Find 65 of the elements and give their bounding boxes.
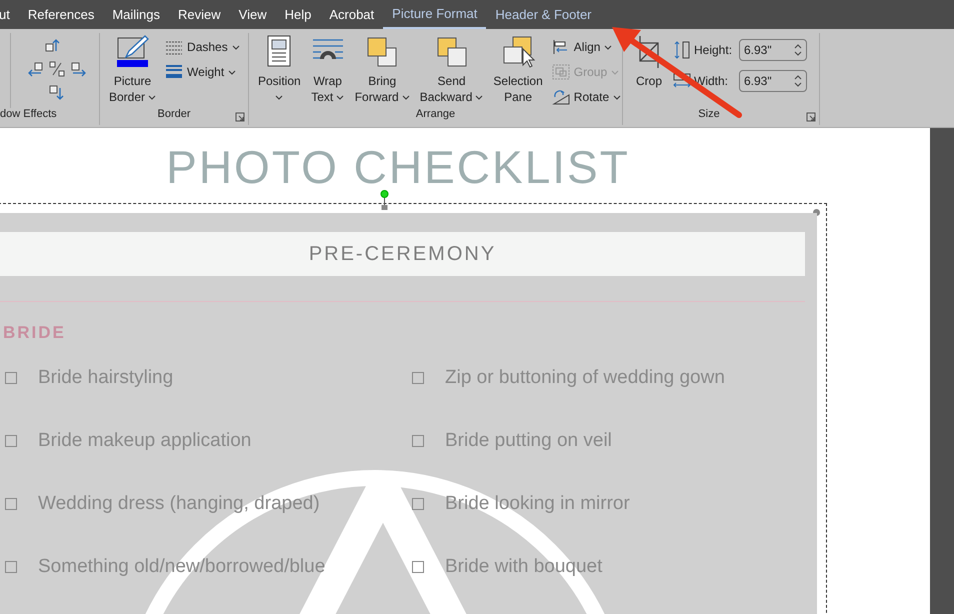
checkbox[interactable]	[412, 372, 424, 384]
width-icon	[673, 72, 691, 90]
layers-icon	[365, 35, 400, 69]
ribbon-tab[interactable]: Help	[276, 0, 320, 29]
checkbox[interactable]	[5, 560, 17, 572]
ribbon-button[interactable]: Rotate	[550, 87, 624, 107]
dashes-icon	[165, 39, 184, 55]
checklist-item: Bride looking in mirror	[445, 492, 630, 514]
category-heading: BRIDE	[3, 323, 66, 343]
arrow-down-icon[interactable]	[49, 85, 65, 101]
field-label: Height:	[694, 43, 734, 57]
ribbon-button[interactable]: Picture Border	[106, 33, 160, 108]
size-field[interactable]: 6.93"	[739, 70, 807, 92]
ribbon-button[interactable]: Bring Forward	[352, 33, 413, 108]
checklist-item: Bride with bouquet	[445, 556, 602, 578]
arrow-up-icon[interactable]	[45, 37, 61, 53]
group-label: Border	[157, 108, 191, 120]
ribbon-tab[interactable]: Acrobat	[320, 0, 384, 29]
ribbon-button[interactable]: Send Backward	[416, 33, 486, 108]
checklist-item: Wedding dress (hanging, draped)	[38, 492, 320, 514]
ribbon-tab[interactable]: ut	[0, 0, 19, 29]
group-label: dow Effects	[0, 108, 57, 120]
checkbox[interactable]	[412, 560, 424, 572]
checklist-item: Something old/new/borrowed/blue	[38, 556, 326, 578]
dialog-launcher-icon[interactable]	[806, 112, 816, 122]
ribbon-tab[interactable]: Review	[169, 0, 230, 29]
height-icon	[673, 41, 691, 59]
section-heading: PRE-CEREMONY	[308, 242, 496, 266]
rotate-icon	[552, 89, 570, 105]
spinner-icon	[794, 42, 802, 58]
ribbon-tab[interactable]: Mailings	[103, 0, 170, 29]
document-title: PHOTO CHECKLIST	[165, 142, 631, 192]
ribbon-button[interactable]: Position	[255, 33, 304, 108]
ribbon-button[interactable]: Align	[550, 37, 624, 57]
group-label: Size	[698, 108, 720, 120]
pencil-icon	[116, 35, 150, 69]
group-icon	[552, 64, 570, 80]
ribbon-button[interactable]: Dashes	[163, 37, 242, 57]
ribbon-button[interactable]: Selection Pane	[490, 33, 546, 108]
checklist-item: Bride hairstyling	[38, 366, 174, 388]
ribbon-button[interactable]: Wrap Text	[308, 33, 348, 108]
checklist-item: Bride putting on veil	[445, 430, 612, 452]
ribbon-button[interactable]: Weight	[163, 62, 242, 82]
ribbon-tab[interactable]: References	[18, 0, 104, 29]
line-weight-icon	[165, 64, 184, 80]
ribbon-tab[interactable]: View	[230, 0, 276, 29]
group-label: Arrange	[416, 108, 456, 120]
size-field[interactable]: 6.93"	[739, 39, 807, 61]
ribbon-tab[interactable]: Header & Footer	[486, 0, 601, 29]
layers-icon	[434, 35, 469, 69]
spinner-icon	[794, 73, 802, 89]
align-icon	[552, 39, 570, 55]
checkbox[interactable]	[5, 434, 17, 446]
checklist-item: Zip or buttoning of wedding gown	[445, 366, 725, 388]
arrow-left-icon[interactable]	[27, 61, 43, 77]
checkbox[interactable]	[412, 434, 424, 446]
checklist-item: Bride makeup application	[38, 430, 252, 452]
checkbox[interactable]	[5, 498, 17, 510]
rotation-handle[interactable]	[380, 190, 389, 210]
checkbox[interactable]	[5, 372, 17, 384]
arrow-right-icon[interactable]	[71, 61, 87, 77]
checkbox[interactable]	[412, 498, 424, 510]
shadow-toggle-icon[interactable]	[49, 61, 65, 77]
dialog-launcher-icon[interactable]	[235, 112, 245, 122]
selection-pane-icon	[501, 35, 536, 69]
